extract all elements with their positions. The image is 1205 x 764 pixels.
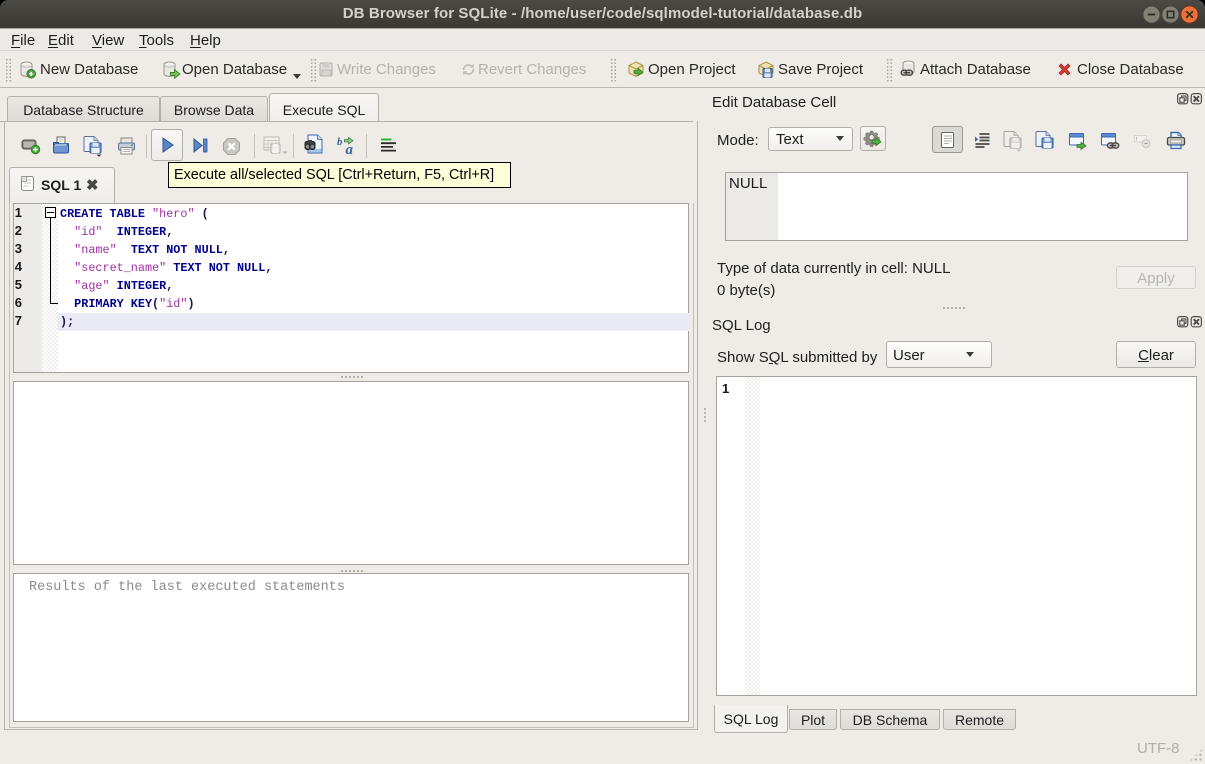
svg-text:a: a bbox=[346, 142, 354, 156]
svg-text:b: b bbox=[337, 136, 343, 148]
